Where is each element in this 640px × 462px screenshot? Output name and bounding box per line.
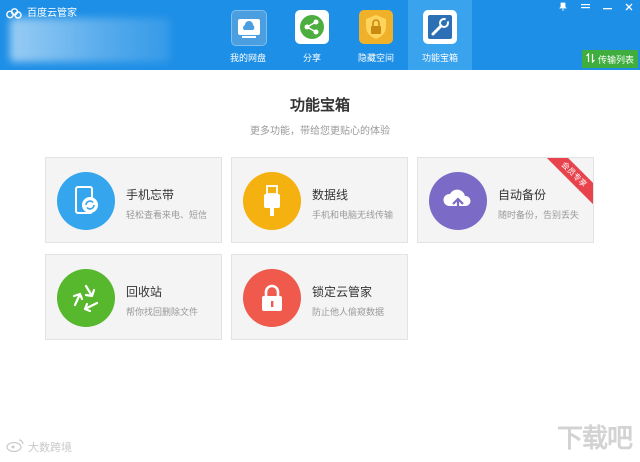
tab-label: 功能宝箱 bbox=[421, 54, 458, 64]
transfer-list-button[interactable]: 传输列表 bbox=[582, 50, 638, 68]
main-nav: 我的网盘 分享 隐藏空间 功能宝箱 bbox=[216, 0, 472, 70]
feature-card-lock-manager[interactable]: 锁定云管家 防止他人偷窥数据 bbox=[231, 254, 408, 340]
lock-safe-icon bbox=[359, 10, 393, 44]
toolbox-icon bbox=[423, 10, 457, 44]
lock-icon bbox=[243, 269, 301, 327]
tab-share[interactable]: 分享 bbox=[280, 0, 344, 70]
recycle-icon bbox=[57, 269, 115, 327]
page-title: 功能宝箱 bbox=[289, 96, 350, 114]
title-bar: 百度云管家 我的网盘 分享 隐藏空间 功能宝箱 传输列表 bbox=[0, 0, 640, 70]
page-subtitle: 更多功能，带给您更贴心的体验 bbox=[250, 126, 390, 137]
cloud-upload-icon bbox=[429, 172, 487, 230]
toolbox-page: 功能宝箱 更多功能，带给您更贴心的体验 手机忘带 轻松查看来电、短信 数据线 手… bbox=[0, 70, 640, 462]
card-title: 数据线 bbox=[312, 188, 349, 202]
card-description: 手机和电脑无线传输 bbox=[312, 211, 394, 221]
minimize-icon[interactable] bbox=[596, 0, 618, 14]
tab-label: 我的网盘 bbox=[229, 54, 266, 64]
cloud-drive-icon bbox=[231, 10, 267, 46]
phone-sync-icon bbox=[57, 172, 115, 230]
card-description: 帮你找回删除文件 bbox=[126, 308, 199, 318]
tab-hidden-space[interactable]: 隐藏空间 bbox=[344, 0, 408, 70]
tab-label: 隐藏空间 bbox=[357, 54, 394, 64]
feature-card-recycle-bin[interactable]: 回收站 帮你找回删除文件 bbox=[45, 254, 222, 340]
card-description: 轻松查看来电、短信 bbox=[126, 211, 208, 221]
share-icon bbox=[295, 10, 329, 44]
menu-icon[interactable] bbox=[574, 0, 596, 14]
card-title: 手机忘带 bbox=[126, 188, 175, 202]
member-badge-label: 会员专享 bbox=[543, 158, 593, 205]
watermark-left-text: 大数跨境 bbox=[28, 440, 72, 454]
tab-label: 分享 bbox=[302, 54, 321, 64]
watermark-weibo: 大数跨境 bbox=[6, 438, 72, 455]
card-description: 防止他人偷窥数据 bbox=[312, 308, 385, 318]
tab-my-drive[interactable]: 我的网盘 bbox=[216, 0, 280, 70]
watermark-download-site: 下载吧 bbox=[556, 424, 633, 454]
pin-icon[interactable] bbox=[552, 0, 574, 14]
usb-cable-icon bbox=[243, 172, 301, 230]
window-controls bbox=[552, 0, 640, 14]
feature-card-auto-backup[interactable]: 自动备份 随时备份，告别丢失 会员专享 bbox=[417, 157, 594, 243]
transfer-arrows-icon bbox=[586, 52, 595, 66]
feature-card-phone-forgot[interactable]: 手机忘带 轻松查看来电、短信 bbox=[45, 157, 222, 243]
close-icon[interactable] bbox=[618, 0, 640, 14]
transfer-list-label: 传输列表 bbox=[597, 55, 634, 66]
feature-card-data-cable[interactable]: 数据线 手机和电脑无线传输 bbox=[231, 157, 408, 243]
member-badge: 会员专享 bbox=[539, 158, 593, 212]
card-title: 锁定云管家 bbox=[312, 285, 373, 299]
tab-toolbox[interactable]: 功能宝箱 bbox=[408, 0, 472, 70]
weibo-icon bbox=[6, 438, 24, 455]
user-avatar-area[interactable] bbox=[10, 18, 170, 62]
card-title: 回收站 bbox=[126, 285, 163, 299]
